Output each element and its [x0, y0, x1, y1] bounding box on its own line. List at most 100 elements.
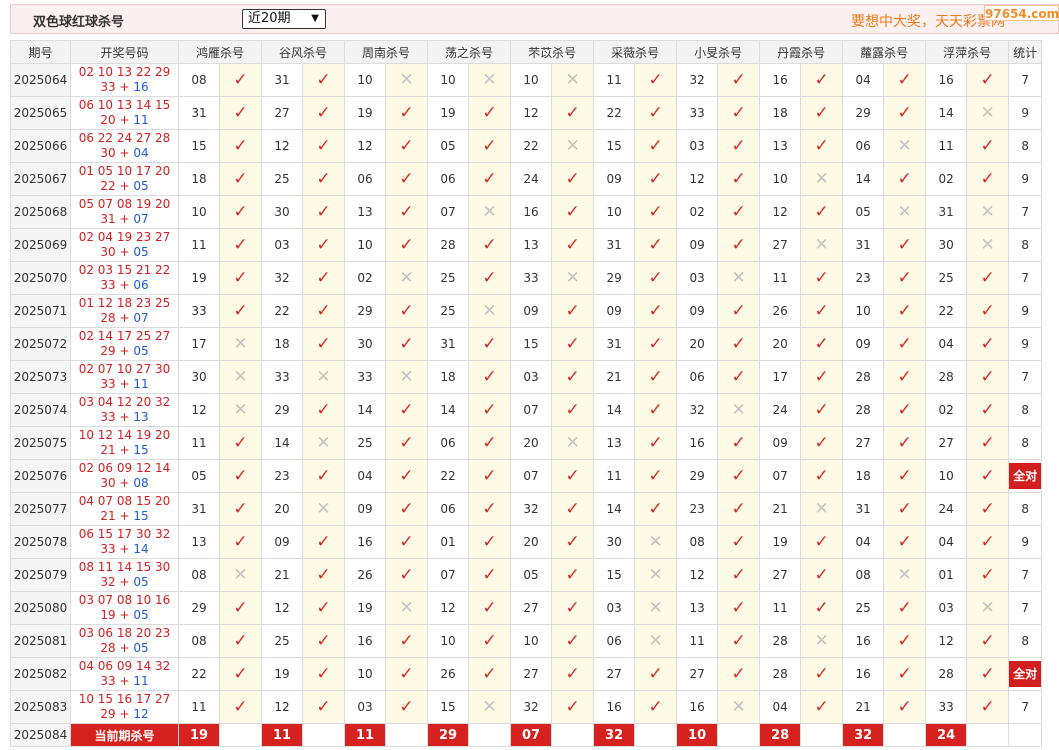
result-mark-cell: ✕ [966, 591, 1010, 625]
col-expert-header: 谷风杀号 [261, 40, 346, 64]
count-cell: 9 [1008, 294, 1043, 328]
draw-numbers-cell: 02 03 15 21 22 33 + 06 [70, 261, 179, 295]
kill-number-cell: 11 [178, 228, 220, 262]
kill-number-cell: 25 [842, 591, 885, 625]
count-cell: 8 [1008, 393, 1043, 427]
range-select[interactable]: 近20期 ▼ [242, 9, 326, 29]
kill-number-cell: 18 [842, 459, 885, 493]
result-mark-cell: ✓ [551, 492, 595, 526]
check-icon: ✓ [980, 268, 995, 288]
result-mark-cell: ✓ [551, 525, 595, 559]
result-mark-cell: ✓ [717, 195, 761, 229]
count-cell: 7 [1008, 690, 1043, 724]
table-row: 2025079 08 11 14 15 30 32 + 05 08 ✕ 21 ✓ 26 ✓ 07 ✓… [10, 558, 1043, 592]
check-icon: ✓ [897, 301, 912, 321]
kill-number-cell: 33 [261, 360, 304, 394]
kill-number-cell: 11 [676, 624, 719, 658]
draw-red-balls: 02 04 19 23 27 [78, 230, 171, 244]
kill-number-cell: 09 [593, 162, 636, 196]
slogan-link[interactable]: 要想中大奖，天天彩票网 [851, 11, 1005, 31]
check-icon: ✓ [814, 268, 829, 288]
result-mark-cell: ✓ [551, 360, 595, 394]
kill-number-cell: 25 [261, 162, 304, 196]
check-icon: ✓ [316, 598, 331, 618]
kill-number-cell: 10 [842, 294, 885, 328]
result-mark-cell: ✓ [966, 360, 1010, 394]
result-mark-cell: ✓ [883, 591, 927, 625]
result-mark-cell: ✓ [800, 426, 844, 460]
kill-number-cell: 16 [344, 525, 387, 559]
cross-icon: ✕ [648, 598, 663, 618]
kill-number-cell: 11 [759, 261, 802, 295]
kill-number-cell: 08 [676, 525, 719, 559]
kill-number-cell: 12 [344, 129, 387, 163]
result-mark-cell: ✓ [883, 657, 927, 691]
check-icon: ✓ [980, 466, 995, 486]
draw-last-red-ball: 32 [100, 575, 116, 589]
issue-cell: 2025072 [10, 327, 71, 361]
check-icon: ✓ [814, 334, 829, 354]
kill-number-cell: 12 [178, 393, 220, 427]
col-expert-header: 鸿雁杀号 [177, 40, 263, 64]
result-mark-cell: ✓ [551, 657, 595, 691]
kill-number-cell: 31 [593, 228, 636, 262]
draw-red-balls: 02 03 15 21 22 [78, 263, 171, 277]
draw-blue-ball: 05 [133, 641, 149, 655]
result-mark-cell: ✓ [717, 492, 761, 526]
kill-number-cell: 25 [427, 294, 470, 328]
col-draw-header: 开奖号码 [70, 40, 179, 64]
cross-icon: ✕ [731, 697, 746, 717]
kill-number-cell: 30 [593, 525, 636, 559]
result-mark-cell: ✓ [966, 459, 1010, 493]
result-mark-cell: ✓ [218, 129, 263, 163]
result-mark-cell: ✕ [800, 228, 844, 262]
cross-icon: ✕ [233, 367, 248, 387]
check-icon: ✓ [814, 70, 829, 90]
result-mark-cell: ✓ [883, 459, 927, 493]
table-row: 2025077 04 07 08 15 20 21 + 15 31 ✓ 20 ✕ 09 ✓ 06 ✓… [10, 492, 1043, 526]
kill-number-cell: 06 [427, 162, 470, 196]
kill-number-cell: 13 [178, 525, 220, 559]
kill-number-cell: 20 [759, 327, 802, 361]
check-icon: ✓ [648, 433, 663, 453]
result-mark-cell: ✓ [302, 525, 346, 559]
issue-cell: 2025064 [10, 63, 71, 97]
check-icon: ✓ [233, 631, 248, 651]
result-mark-cell: ✓ [800, 63, 844, 97]
check-icon: ✓ [482, 565, 497, 585]
check-icon: ✓ [316, 466, 331, 486]
result-mark-cell: ✓ [218, 426, 263, 460]
result-mark-cell: ✓ [302, 393, 346, 427]
result-mark-cell: ✓ [551, 228, 595, 262]
current-empty-cell [551, 723, 595, 747]
check-icon: ✓ [731, 466, 746, 486]
table-row: 2025080 03 07 08 10 16 19 + 05 29 ✓ 12 ✓ 19 ✕ 12 ✓… [10, 591, 1043, 625]
check-icon: ✓ [731, 334, 746, 354]
kill-number-cell: 03 [510, 360, 553, 394]
draw-red-balls: 10 12 14 19 20 [78, 428, 171, 442]
kill-number-cell: 33 [344, 360, 387, 394]
kill-number-cell: 03 [593, 591, 636, 625]
kill-number-cell: 28 [759, 657, 802, 691]
check-icon: ✓ [399, 301, 414, 321]
draw-last-red-ball: 33 [100, 377, 116, 391]
cross-icon: ✕ [316, 499, 331, 519]
check-icon: ✓ [980, 433, 995, 453]
check-icon: ✓ [814, 367, 829, 387]
kill-number-cell: 08 [178, 558, 220, 592]
check-icon: ✓ [233, 202, 248, 222]
kill-number-cell: 13 [676, 591, 719, 625]
result-mark-cell: ✓ [302, 63, 346, 97]
kill-number-cell: 26 [759, 294, 802, 328]
result-mark-cell: ✓ [717, 228, 761, 262]
check-icon: ✓ [233, 268, 248, 288]
result-mark-cell: ✓ [800, 195, 844, 229]
cross-icon: ✕ [482, 202, 497, 222]
result-mark-cell: ✓ [966, 393, 1010, 427]
result-mark-cell: ✓ [218, 525, 263, 559]
kill-number-cell: 19 [759, 525, 802, 559]
check-icon: ✓ [316, 697, 331, 717]
check-icon: ✓ [316, 202, 331, 222]
check-icon: ✓ [399, 136, 414, 156]
kill-number-cell: 12 [427, 591, 470, 625]
